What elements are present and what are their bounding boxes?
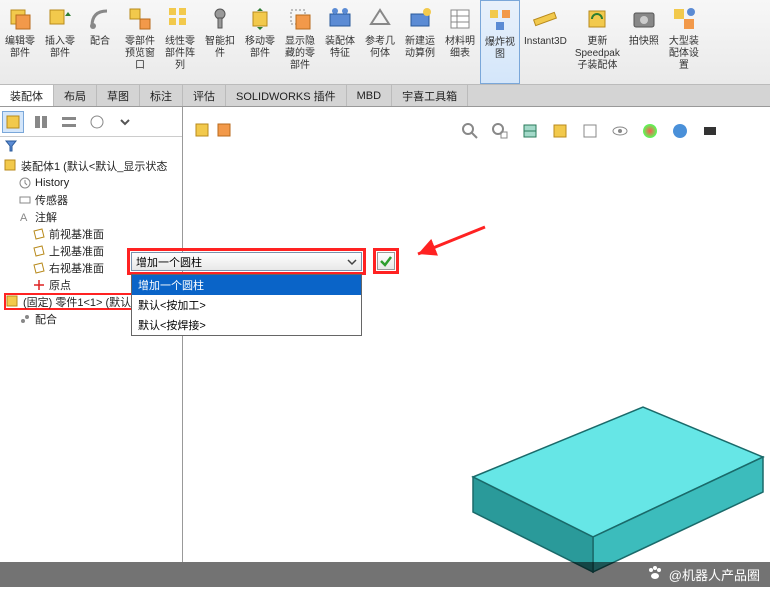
render-tools-icon[interactable] <box>700 121 720 141</box>
annotation-icon: A <box>18 210 32 224</box>
ribbon-update-speedpak[interactable]: 更新Speedpak子装配体 <box>571 0 624 84</box>
scene-icon[interactable] <box>670 121 690 141</box>
origin-icon <box>32 278 46 292</box>
option-default-machined[interactable]: 默认<按加工> <box>132 295 361 315</box>
ribbon-linear-pattern[interactable]: 线性零部件阵列 <box>160 0 200 84</box>
tree-root[interactable]: 装配体1 (默认<默认_显示状态 <box>4 157 178 174</box>
ribbon-show-hidden[interactable]: 显示隐藏的零部件 <box>280 0 320 84</box>
config-select[interactable]: 增加一个圆柱 <box>131 252 362 271</box>
panel-tabs <box>0 107 182 137</box>
ribbon-move-part[interactable]: 移动零部件 <box>240 0 280 84</box>
tab-addins[interactable]: SOLIDWORKS 插件 <box>226 85 347 106</box>
tab-evaluate[interactable]: 评估 <box>183 85 226 106</box>
zoom-area-icon[interactable] <box>490 121 510 141</box>
ribbon-snapshot[interactable]: 拍快照 <box>624 0 664 84</box>
ribbon-insert-part[interactable]: 插入零部件 <box>40 0 80 84</box>
display-style-icon[interactable] <box>580 121 600 141</box>
hide-show-icon[interactable] <box>610 121 630 141</box>
highlight-combo: 增加一个圆柱 <box>127 248 366 275</box>
option-default-welded[interactable]: 默认<按焊接> <box>132 315 361 335</box>
assembly-icon-2[interactable] <box>215 121 235 141</box>
filter-bar[interactable] <box>0 137 182 155</box>
ribbon-mate[interactable]: 配合 <box>80 0 120 84</box>
config-combo-wrap: 增加一个圆柱 增加一个圆柱 默认<按加工> 默认<按焊接> <box>127 248 366 275</box>
history-icon <box>18 176 32 190</box>
heads-up-toolbar <box>460 121 720 141</box>
plane-icon <box>32 227 46 241</box>
ribbon-explode-view[interactable]: 爆炸视图 <box>480 0 520 84</box>
mate-icon <box>18 312 32 326</box>
highlight-confirm <box>373 248 399 274</box>
watermark-text: @机器人产品圈 <box>669 565 760 584</box>
tree-history[interactable]: History <box>4 174 178 191</box>
ribbon-bom[interactable]: 材料明细表 <box>440 0 480 84</box>
ribbon: 编辑零部件 插入零部件 配合 零部件预览窗口 线性零部件阵列 智能扣件 移动零部… <box>0 0 770 85</box>
section-icon[interactable] <box>520 121 540 141</box>
assembly-icon <box>4 159 18 173</box>
paw-icon <box>647 565 663 584</box>
panel-tab-display[interactable] <box>86 111 108 133</box>
ribbon-large-assembly[interactable]: 大型装配体设置 <box>664 0 704 84</box>
panel-tab-feature-tree[interactable] <box>2 111 24 133</box>
tab-mbd[interactable]: MBD <box>347 85 392 106</box>
config-dropdown: 增加一个圆柱 默认<按加工> 默认<按焊接> <box>131 274 362 336</box>
ribbon-edit-part[interactable]: 编辑零部件 <box>0 0 40 84</box>
ribbon-component-preview[interactable]: 零部件预览窗口 <box>120 0 160 84</box>
appearance-icon[interactable] <box>640 121 660 141</box>
tree-sensors[interactable]: 传感器 <box>4 191 178 208</box>
ribbon-smart-fastener[interactable]: 智能扣件 <box>200 0 240 84</box>
tree-front-plane[interactable]: 前视基准面 <box>4 225 178 242</box>
confirm-button[interactable] <box>377 252 395 270</box>
svg-text:A: A <box>20 212 28 224</box>
tab-layout[interactable]: 布局 <box>54 85 97 106</box>
callout-arrow <box>410 222 490 262</box>
panel-tab-more[interactable] <box>114 111 136 133</box>
ribbon-instant3d[interactable]: Instant3D <box>520 0 571 84</box>
option-add-cylinder[interactable]: 增加一个圆柱 <box>132 275 361 295</box>
sensor-icon <box>18 193 32 207</box>
ribbon-reference-geom[interactable]: 参考几何体 <box>360 0 400 84</box>
plane-icon <box>32 261 46 275</box>
panel-tab-property[interactable] <box>30 111 52 133</box>
zoom-fit-icon[interactable] <box>460 121 480 141</box>
tab-annotate[interactable]: 标注 <box>140 85 183 106</box>
plane-icon <box>32 244 46 258</box>
ribbon-new-motion[interactable]: 新建运动算例 <box>400 0 440 84</box>
tab-assembly[interactable]: 装配体 <box>0 85 54 106</box>
check-icon <box>379 254 393 268</box>
tab-sketch[interactable]: 草图 <box>97 85 140 106</box>
assembly-icon[interactable] <box>193 121 213 141</box>
watermark-bar: @机器人产品圈 <box>0 562 770 587</box>
view-orient-icon[interactable] <box>550 121 570 141</box>
tab-yuxi[interactable]: 宇喜工具箱 <box>392 85 468 106</box>
tree-annotations[interactable]: A注解 <box>4 208 178 225</box>
command-tabs: 装配体 布局 草图 标注 评估 SOLIDWORKS 插件 MBD 宇喜工具箱 <box>0 85 770 107</box>
panel-tab-config[interactable] <box>58 111 80 133</box>
funnel-icon <box>4 139 18 153</box>
chevron-down-icon <box>347 257 357 267</box>
view-orientation-icons <box>193 121 235 141</box>
ribbon-assembly-feature[interactable]: 装配体特征 <box>320 0 360 84</box>
part-icon <box>6 295 20 309</box>
